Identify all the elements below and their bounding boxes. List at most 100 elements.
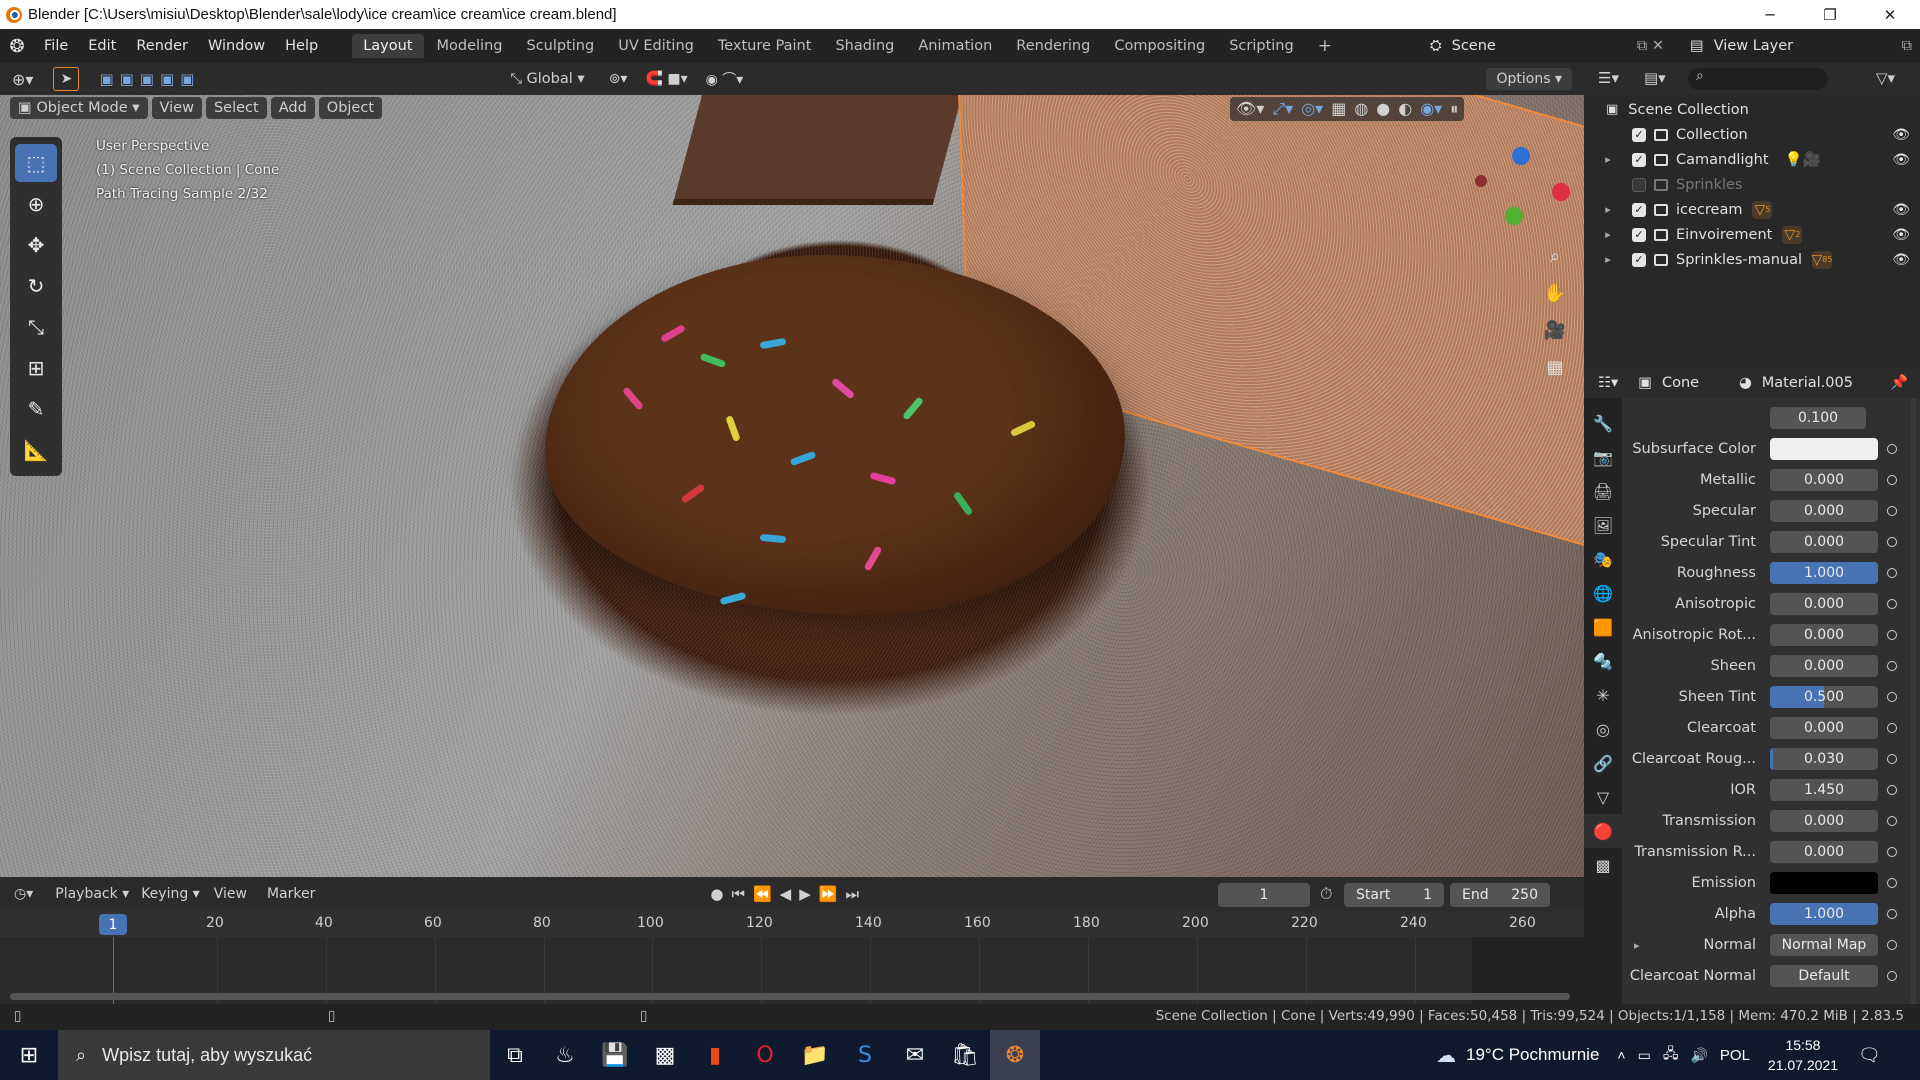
exclude-checkbox[interactable]: ✓ [1632,127,1646,142]
tab-layout[interactable]: Layout [352,34,424,58]
outliner-item-collection[interactable]: ✓ Collection 👁 [1584,122,1920,147]
node-link-icon[interactable] [1887,568,1897,578]
view-layer-tab-icon[interactable]: 🖼 [1584,508,1622,542]
expand-arrow-icon[interactable]: ▸ [1584,228,1632,241]
steam-app-icon[interactable]: ♨ [540,1030,590,1080]
tab-rendering[interactable]: Rendering [1005,34,1101,58]
physics-tab-icon[interactable]: ◎ [1584,712,1622,746]
eye-icon[interactable]: 👁 [1892,252,1910,268]
node-link-icon[interactable] [1887,661,1897,671]
viewport-menu-object[interactable]: Object [318,97,383,119]
save-app-icon[interactable]: 💾 [590,1030,640,1080]
minecraft-app-icon[interactable]: ▩ [640,1030,690,1080]
language-indicator[interactable]: POL [1720,1047,1750,1064]
record-icon[interactable]: ● [710,885,731,903]
start-frame-field[interactable]: Start 1 [1344,883,1444,907]
property-field[interactable]: 1.450 [1770,779,1878,801]
wireframe-shading-icon[interactable]: ◍ [1354,99,1368,119]
end-frame-field[interactable]: End 250 [1450,883,1550,907]
property-field[interactable]: Normal Map [1770,934,1878,956]
menu-file[interactable]: File [34,38,78,54]
property-field[interactable]: 0.500 [1770,686,1878,708]
tab-animation[interactable]: Animation [907,34,1003,58]
office-app-icon[interactable]: ▮ [690,1030,740,1080]
close-button[interactable]: ✕ [1861,0,1919,29]
network-icon[interactable]: 🖧 [1663,1043,1679,1067]
3d-viewport[interactable]: User Perspective (1) Scene Collection | … [0,95,1584,877]
outliner-item-einvoirement[interactable]: ▸ ✓ Einvoirement ▽ 2 👁 [1584,222,1920,247]
outliner-root[interactable]: ▣ Scene Collection [1584,97,1920,122]
view-layer-selector[interactable]: ▤ View Layer ⧉ [1690,33,1916,59]
node-link-icon[interactable] [1887,878,1897,888]
select-tool-icon[interactable]: ➤ [53,67,80,91]
property-field[interactable]: 0.100 [1770,407,1866,429]
timeline-scrollbar[interactable] [10,993,1570,1000]
modifier-tab-icon[interactable]: 🔩 [1584,644,1622,678]
node-link-icon[interactable] [1887,940,1897,950]
scene-tab-icon[interactable]: 🎭 [1584,542,1622,576]
property-field[interactable]: 1.000 [1770,562,1878,584]
blender-taskbar-icon[interactable]: ❂ [990,1030,1040,1080]
jump-end-icon[interactable]: ⏭ [845,885,867,903]
clock[interactable]: 15:58 21.07.2021 [1768,1035,1838,1075]
xray-icon[interactable]: ▦ [1331,99,1346,119]
maximize-button[interactable]: ❐ [1801,0,1859,29]
transform-tool-icon[interactable]: ⊞ [15,349,57,387]
scale-tool-icon[interactable]: ⤡ [15,308,57,346]
prev-keyframe-icon[interactable]: ⏪ [753,885,780,903]
property-field[interactable]: 0.030 [1770,748,1878,770]
transform-orientation-dropdown[interactable]: ⤡ Global ▾ [510,71,584,87]
timeline-area[interactable]: 1 20 40 60 80 100 120 140 160 180 200 22… [0,911,1584,1004]
task-view-icon[interactable]: ⧉ [490,1030,540,1080]
eye-icon[interactable]: 👁 [1892,127,1910,143]
property-field[interactable] [1770,872,1878,894]
timeline-menu-view[interactable]: View [214,886,247,902]
particles-tab-icon[interactable]: ✳ [1584,678,1622,712]
scene-selector[interactable]: ⛭ Scene ⧉ ✕ [1430,33,1670,59]
ortho-grid-icon[interactable]: ▦ [1541,353,1569,381]
tab-scripting[interactable]: Scripting [1218,34,1304,58]
view-layer-new-icon[interactable]: ⧉ [1902,38,1912,54]
outliner-item-icecream[interactable]: ▸ ✓ icecream ▽ 5 👁 [1584,197,1920,222]
pan-hand-icon[interactable]: ✋ [1541,279,1569,307]
file-explorer-icon[interactable]: 📁 [790,1030,840,1080]
timeline-editor-icon[interactable]: ◷▾ [14,886,33,902]
tab-sculpting[interactable]: Sculpting [515,34,605,58]
weather-text[interactable]: 19°C Pochmurnie [1466,1045,1599,1065]
blender-logo-icon[interactable]: ❂ [0,36,34,57]
eye-icon[interactable]: 👁 [1892,227,1910,243]
data-tab-icon[interactable]: ▽ [1584,780,1622,814]
timeline-menu-keying[interactable]: Keying ▾ [141,886,200,902]
viewport-menu-view[interactable]: View [151,97,202,119]
menu-edit[interactable]: Edit [78,38,126,54]
select-box-tool-icon[interactable]: ⬚ [15,144,57,182]
node-link-icon[interactable] [1887,754,1897,764]
exclude-checkbox[interactable]: ✓ [1632,252,1646,267]
move-tool-icon[interactable]: ✥ [15,226,57,264]
timer-icon[interactable]: ⏱ [1320,884,1332,904]
cursor-tool-icon[interactable]: ⊕ [15,185,57,223]
property-field[interactable]: Default [1770,965,1878,987]
add-workspace-button[interactable]: + [1307,32,1343,60]
zoom-icon[interactable]: ⌕ [1541,242,1569,270]
visibility-icon[interactable]: 👁▾ [1236,99,1264,119]
frame-ruler[interactable]: 1 20 40 60 80 100 120 140 160 180 200 22… [0,911,1584,937]
battery-icon[interactable]: ▭ [1638,1047,1651,1064]
output-tab-icon[interactable]: 🖨 [1584,474,1622,508]
exclude-checkbox[interactable]: ✓ [1632,227,1646,242]
measure-tool-icon[interactable]: 📐 [15,431,57,469]
editor-type-icon[interactable]: ⊕▾ [12,70,33,89]
node-link-icon[interactable] [1887,723,1897,733]
solid-shading-icon[interactable]: ● [1376,99,1390,119]
tab-compositing[interactable]: Compositing [1103,34,1216,58]
scene-new-icon[interactable]: ⧉ ✕ [1637,38,1664,54]
store-app-icon[interactable]: 🛍 [940,1030,990,1080]
property-field[interactable] [1770,438,1878,460]
property-field[interactable]: 0.000 [1770,717,1878,739]
render-tab-icon[interactable]: 📷 [1584,440,1622,474]
exclude-checkbox[interactable]: ✓ [1632,202,1646,217]
current-frame-field[interactable]: 1 [1218,883,1310,907]
gizmo-neg-x[interactable] [1475,175,1487,187]
property-field[interactable]: 0.000 [1770,655,1878,677]
gizmo-z-axis[interactable] [1512,147,1530,165]
